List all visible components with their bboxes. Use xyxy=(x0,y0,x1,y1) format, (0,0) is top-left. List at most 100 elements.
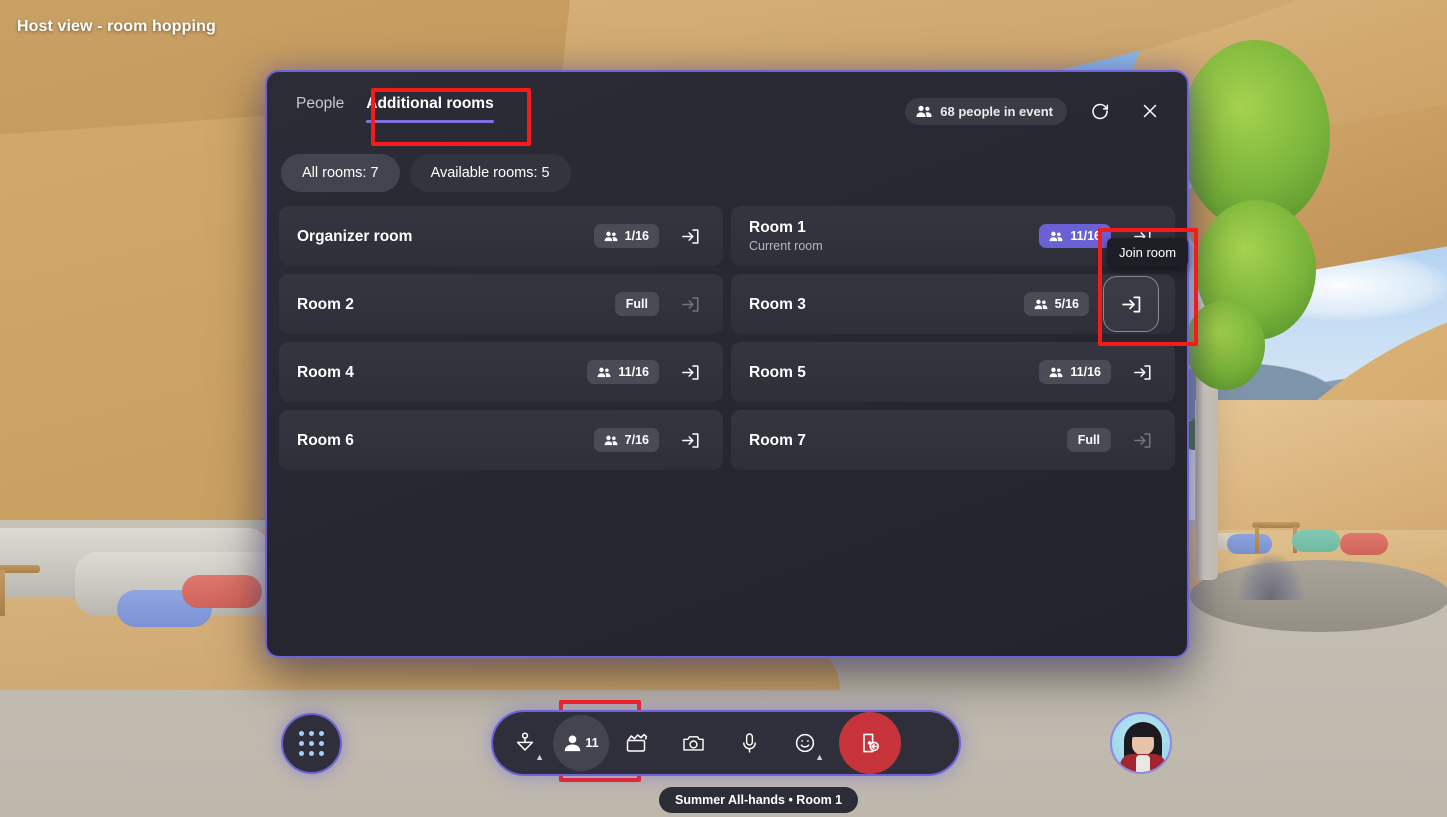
room-name: Room 7 xyxy=(749,431,806,449)
people-group-icon xyxy=(916,105,932,118)
panel-header: People Additional rooms 68 people in eve… xyxy=(267,72,1187,146)
join-room-icon xyxy=(680,226,701,247)
room-row[interactable]: Organizer room 1/16 xyxy=(279,206,723,266)
room-subtitle: Current room xyxy=(749,239,823,253)
side-table-top xyxy=(0,565,40,573)
planter xyxy=(1190,560,1447,632)
host-view-title: Host view - room hopping xyxy=(17,18,216,35)
room-info: Organizer room xyxy=(297,227,594,246)
current-room-status: Summer All-hands • Room 1 xyxy=(659,787,859,813)
apps-grid-button[interactable] xyxy=(281,713,342,774)
people-roster-button[interactable]: 11 xyxy=(553,715,609,771)
pouf-red xyxy=(1340,533,1388,555)
room-info: Room 1 Current room xyxy=(749,218,1039,254)
pouf-red xyxy=(182,575,262,608)
pouf-blue xyxy=(1227,534,1272,554)
panel-tabs: People Additional rooms xyxy=(267,95,516,123)
join-room-tooltip: Join room xyxy=(1107,238,1189,267)
tree-foliage xyxy=(1185,300,1265,390)
room-row[interactable]: Room 4 11/16 xyxy=(279,342,723,402)
join-room-button[interactable] xyxy=(673,219,707,253)
room-name: Room 2 xyxy=(297,295,354,313)
pouf-green xyxy=(1292,530,1340,552)
filter-all-rooms[interactable]: All rooms: 7 xyxy=(281,154,400,192)
filter-available-rooms[interactable]: Available rooms: 5 xyxy=(409,154,571,192)
room-row[interactable]: Room 7 Full xyxy=(731,410,1175,470)
capacity-text: 11/16 xyxy=(618,365,649,379)
capacity-badge: 5/16 xyxy=(1023,292,1089,316)
people-count: 11 xyxy=(585,736,599,750)
wooden-wall-panel xyxy=(1195,400,1447,545)
raise-hand-button[interactable]: ▲ xyxy=(497,715,553,771)
join-room-icon xyxy=(1120,293,1143,316)
room-row[interactable]: Room 2 Full xyxy=(279,274,723,334)
room-info: Room 3 xyxy=(749,295,1024,314)
microphone-button[interactable] xyxy=(721,715,777,771)
join-room-button-hovered[interactable] xyxy=(1103,276,1159,332)
reactions-button[interactable]: ▲ xyxy=(777,715,833,771)
rooms-list: Organizer room 1/16 Room 1 Current room … xyxy=(267,192,1187,470)
join-room-button-disabled xyxy=(673,287,707,321)
leave-event-button[interactable] xyxy=(839,712,901,774)
capacity-text: 11/16 xyxy=(1070,229,1101,243)
room-info: Room 2 xyxy=(297,295,615,314)
people-group-icon xyxy=(604,435,618,446)
room-name: Room 5 xyxy=(749,363,806,381)
close-icon xyxy=(1140,101,1160,121)
join-room-button-disabled xyxy=(1125,423,1159,457)
refresh-button[interactable] xyxy=(1083,94,1117,128)
join-room-icon xyxy=(1132,362,1153,383)
room-row[interactable]: Room 3 5/16 xyxy=(731,274,1175,334)
meeting-toolbar: ▲ 11 ▲ xyxy=(491,710,961,776)
capacity-text: 11/16 xyxy=(1070,365,1101,379)
room-name: Organizer room xyxy=(297,227,413,245)
camera-icon xyxy=(682,733,705,753)
join-room-button[interactable] xyxy=(1125,355,1159,389)
people-in-event-chip: 68 people in event xyxy=(905,97,1067,125)
video-clip-button[interactable] xyxy=(609,715,665,771)
room-filter-pills: All rooms: 7 Available rooms: 5 xyxy=(267,146,1187,192)
capacity-text: 5/16 xyxy=(1054,297,1079,311)
close-panel-button[interactable] xyxy=(1133,94,1167,128)
user-avatar[interactable] xyxy=(1110,712,1172,774)
join-room-button[interactable] xyxy=(673,355,707,389)
side-table-leg xyxy=(0,570,5,616)
leave-room-icon xyxy=(858,731,882,755)
ornamental-grass xyxy=(1236,552,1306,600)
panel-header-actions: 68 people in event xyxy=(905,94,1167,128)
room-name: Room 3 xyxy=(749,295,806,313)
room-info: Room 5 xyxy=(749,363,1039,382)
join-room-icon xyxy=(680,430,701,451)
room-name: Room 4 xyxy=(297,363,354,381)
tab-additional-rooms[interactable]: Additional rooms xyxy=(366,95,515,123)
room-info: Room 7 xyxy=(749,431,1067,450)
room-row[interactable]: Room 5 11/16 xyxy=(731,342,1175,402)
avatar-bangs xyxy=(1130,726,1156,737)
join-room-icon xyxy=(680,294,701,315)
people-icon xyxy=(563,734,582,753)
tab-people[interactable]: People xyxy=(296,95,366,123)
refresh-icon xyxy=(1090,101,1110,121)
virtual-event-screen: Host view - room hopping People Addition… xyxy=(0,0,1447,817)
people-group-icon xyxy=(597,367,611,378)
room-info: Room 4 xyxy=(297,363,587,382)
join-room-button[interactable] xyxy=(673,423,707,457)
people-group-icon xyxy=(1049,367,1063,378)
capacity-badge-current: 11/16 xyxy=(1039,224,1111,248)
microphone-icon xyxy=(740,732,759,755)
capacity-badge: 7/16 xyxy=(593,428,659,452)
join-room-icon xyxy=(680,362,701,383)
clapboard-icon xyxy=(625,733,649,754)
room-row[interactable]: Room 6 7/16 xyxy=(279,410,723,470)
apps-grid-icon xyxy=(299,731,324,756)
room-name: Room 6 xyxy=(297,431,354,449)
people-group-icon xyxy=(1034,299,1048,310)
capacity-badge: 11/16 xyxy=(1039,360,1111,384)
raise-hand-icon xyxy=(514,731,536,755)
join-room-icon xyxy=(1132,430,1153,451)
capacity-text: Full xyxy=(625,297,648,311)
capacity-badge-full: Full xyxy=(614,292,659,316)
capacity-badge: 1/16 xyxy=(593,224,659,248)
additional-rooms-panel: People Additional rooms 68 people in eve… xyxy=(265,70,1189,658)
camera-button[interactable] xyxy=(665,715,721,771)
